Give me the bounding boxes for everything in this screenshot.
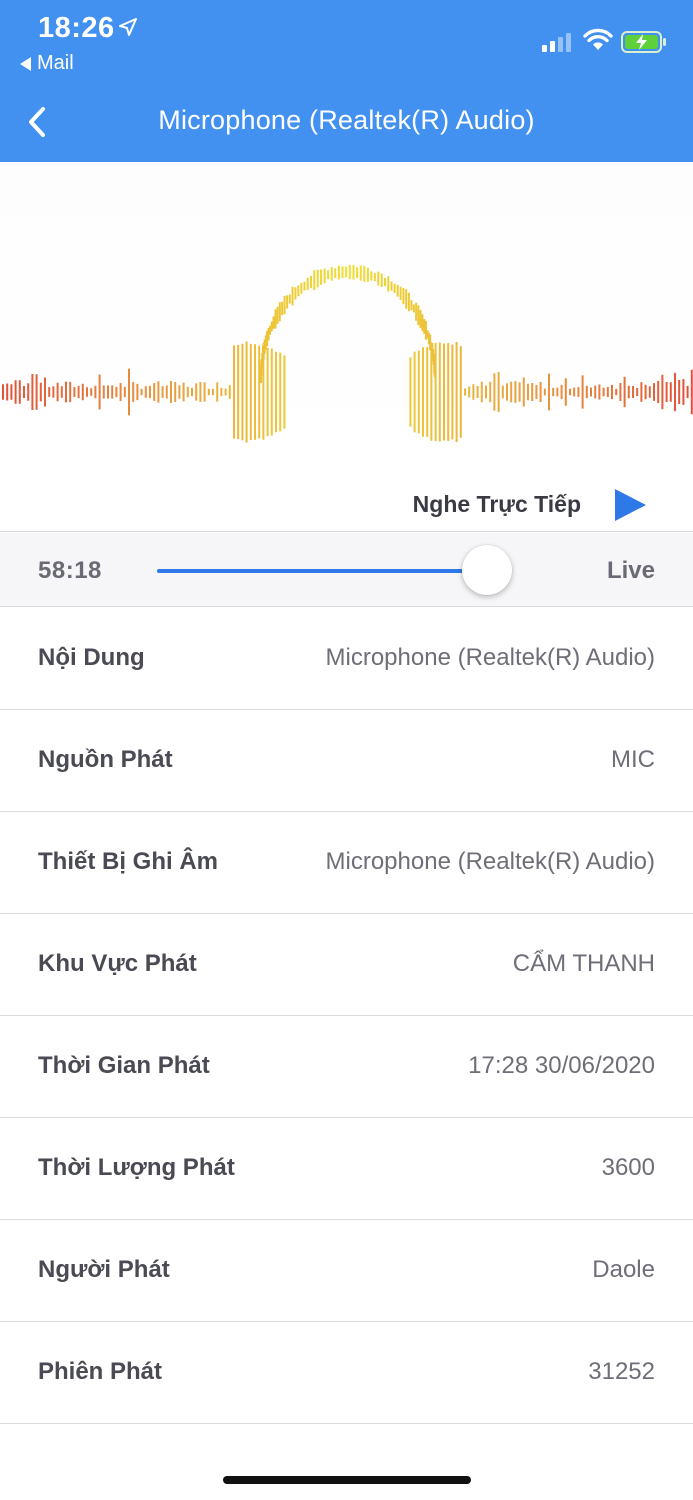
info-value: MIC <box>611 746 655 773</box>
cellular-signal-icon <box>542 30 571 52</box>
info-label: Nguồn Phát <box>38 746 173 773</box>
header: 18:26 Mail Microphone (Realtek(R) Audio) <box>0 0 693 162</box>
info-value: Microphone (Realtek(R) Audio) <box>325 644 655 671</box>
info-row-area: Khu Vực Phát CẨM THANH <box>0 914 693 1016</box>
info-label: Người Phát <box>38 1256 170 1283</box>
page-title: Microphone (Realtek(R) Audio) <box>158 105 535 135</box>
info-label: Khu Vực Phát <box>38 950 197 977</box>
info-label: Thời Lượng Phát <box>38 1154 235 1181</box>
info-row-broadcast-time: Thời Gian Phát 17:28 30/06/2020 <box>0 1016 693 1118</box>
info-row-source: Nguồn Phát MIC <box>0 710 693 812</box>
info-row-recording-device: Thiết Bị Ghi Âm Microphone (Realtek(R) A… <box>0 812 693 914</box>
status-time: 18:26 <box>38 12 115 44</box>
info-value: 17:28 30/06/2020 <box>468 1052 655 1079</box>
info-label: Thời Gian Phát <box>38 1052 210 1079</box>
info-value: 3600 <box>601 1154 655 1181</box>
broadcast-info-list: Nội Dung Microphone (Realtek(R) Audio) N… <box>0 608 693 1424</box>
home-indicator[interactable] <box>223 1476 471 1484</box>
info-value: Microphone (Realtek(R) Audio) <box>325 848 655 875</box>
back-to-app-link[interactable]: Mail <box>20 52 74 75</box>
playback-slider-row: 58:18 Live <box>0 533 693 607</box>
headphones-waveform-icon <box>2 264 693 443</box>
info-row-duration: Thời Lượng Phát 3600 <box>0 1118 693 1220</box>
info-row-broadcaster: Người Phát Daole <box>0 1220 693 1322</box>
wifi-icon <box>583 28 613 50</box>
slider-thumb[interactable] <box>462 545 513 595</box>
play-icon[interactable] <box>612 487 648 523</box>
info-value: Daole <box>592 1256 655 1283</box>
elapsed-time: 58:18 <box>38 557 102 584</box>
location-arrow-icon <box>119 18 137 36</box>
live-end-label: Live <box>606 557 655 584</box>
info-label: Thiết Bị Ghi Âm <box>38 848 218 875</box>
info-value: 31252 <box>588 1358 655 1385</box>
slider-fill <box>157 569 488 573</box>
slider-track[interactable] <box>157 569 512 573</box>
back-app-label: Mail <box>37 52 74 74</box>
live-listen-label: Nghe Trực Tiếp <box>412 491 581 517</box>
info-label: Nội Dung <box>38 644 145 671</box>
info-value: CẨM THANH <box>512 950 655 977</box>
info-row-content: Nội Dung Microphone (Realtek(R) Audio) <box>0 608 693 710</box>
live-listen-row[interactable]: Nghe Trực Tiếp <box>0 478 693 532</box>
battery-charging-icon <box>621 31 666 53</box>
info-label: Phiên Phát <box>38 1358 163 1385</box>
info-row-session: Phiên Phát 31252 <box>0 1322 693 1424</box>
back-triangle-icon <box>20 56 31 71</box>
audio-artwork <box>0 162 693 462</box>
